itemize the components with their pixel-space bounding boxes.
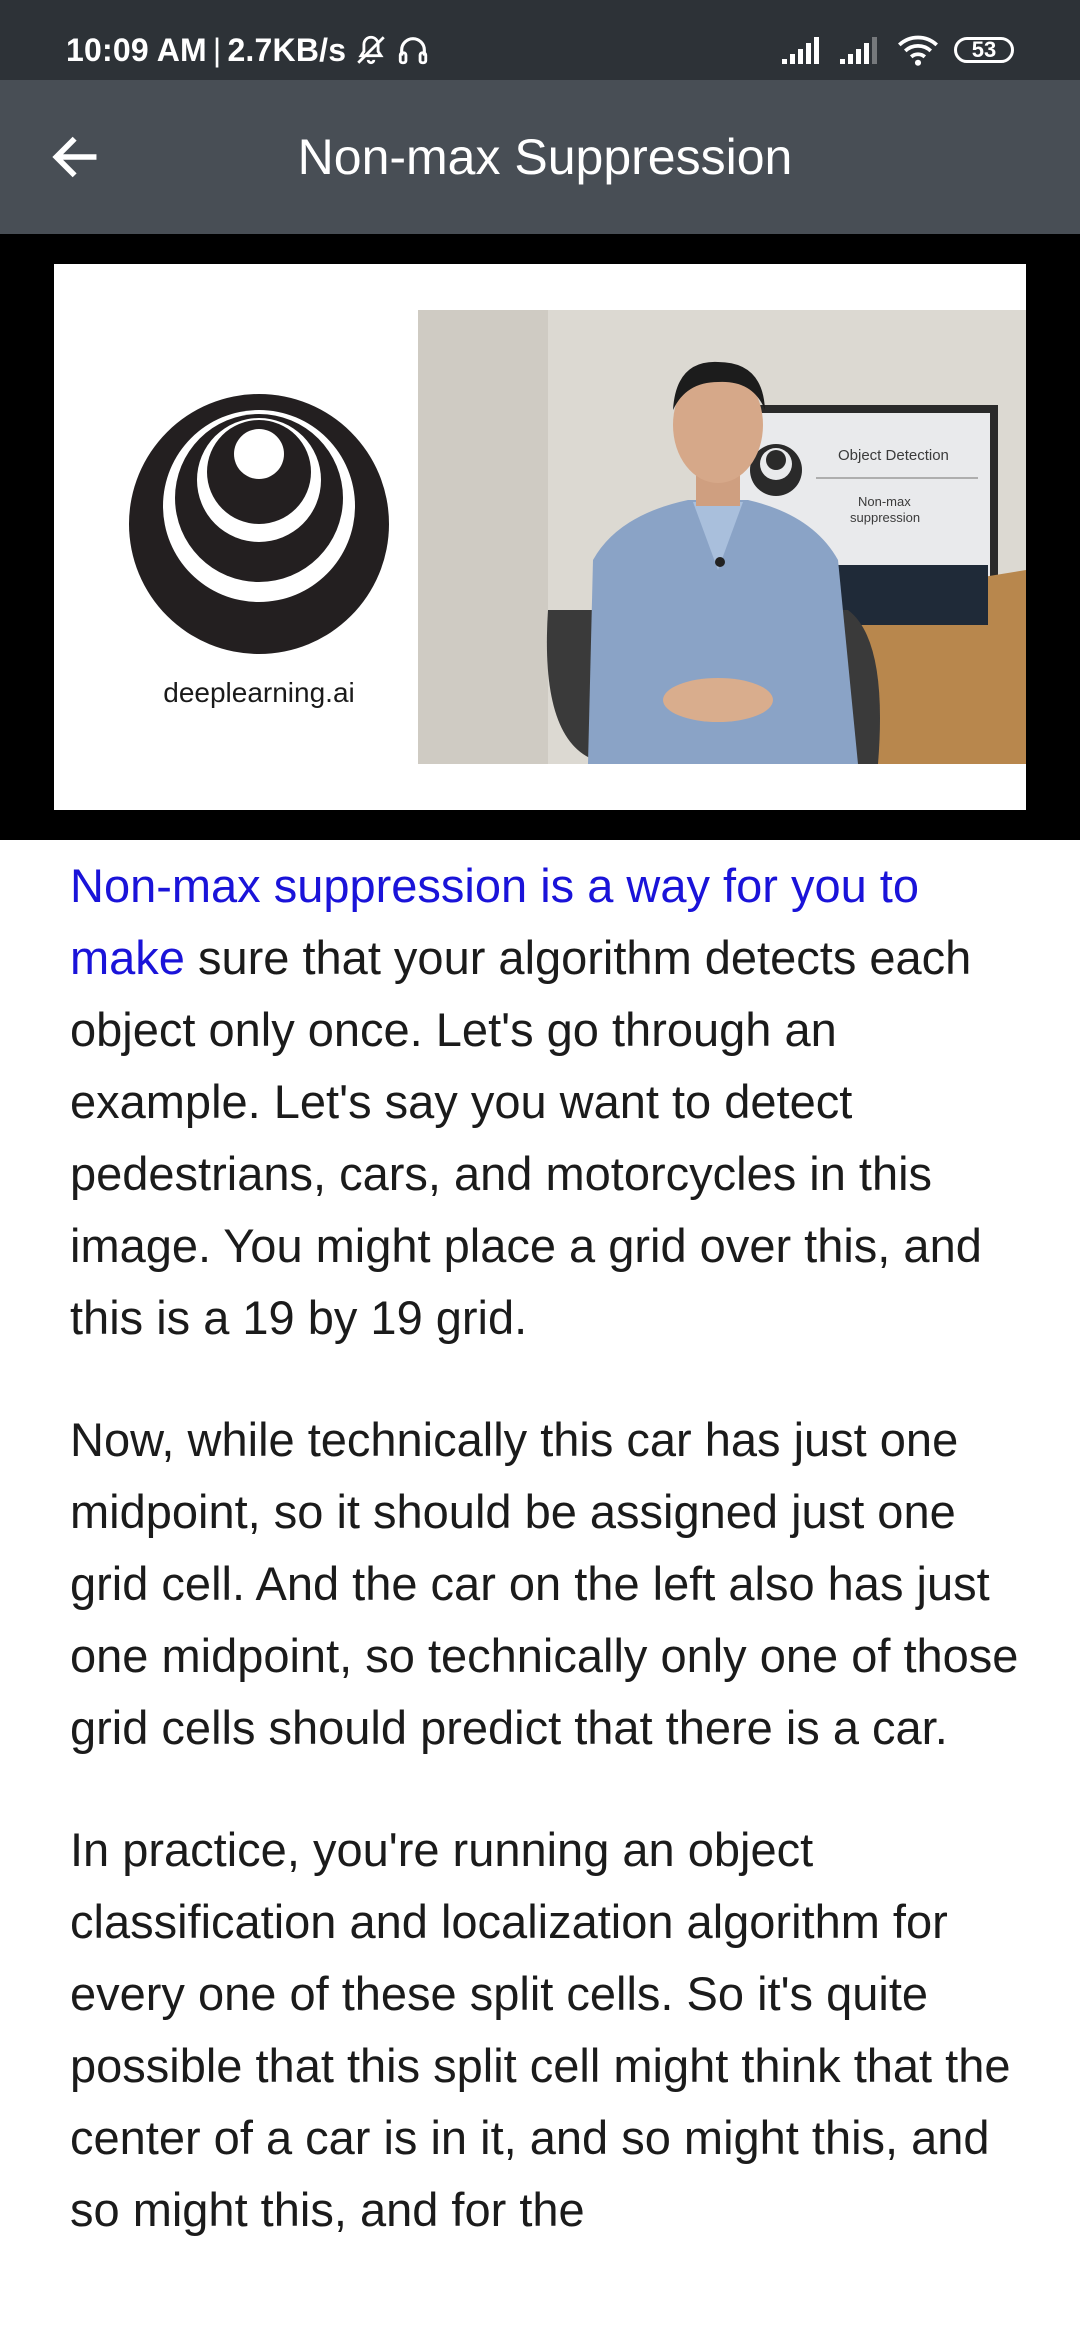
app-toolbar: Non-max Suppression xyxy=(0,80,1080,234)
headphones-icon xyxy=(399,37,428,65)
transcript-paragraph-1-text[interactable]: sure that your algorithm detects each ob… xyxy=(70,931,982,1344)
wifi-icon xyxy=(898,35,938,66)
presenter-video: Object Detection Non-max suppression xyxy=(418,310,1026,764)
video-frame: deeplearning.ai Object Detection Non-max… xyxy=(54,264,1026,810)
transcript-paragraph-1: Non-max suppression is a way for you to … xyxy=(70,850,1030,1354)
signal-icon-2 xyxy=(840,37,877,64)
deeplearning-logo: deeplearning.ai xyxy=(124,394,394,709)
status-time: 10:09 AM xyxy=(66,31,207,68)
monitor-title: Object Detection xyxy=(838,447,949,464)
presenter-scene: Object Detection Non-max suppression xyxy=(418,310,1026,764)
battery-icon: 53 xyxy=(954,37,1014,63)
signal-icon xyxy=(782,37,819,64)
video-player[interactable]: deeplearning.ai Object Detection Non-max… xyxy=(0,234,1080,840)
status-separator: | xyxy=(212,31,222,68)
network-speed: 2.7KB/s xyxy=(227,31,347,68)
mute-icon xyxy=(357,35,385,65)
logo-caption: deeplearning.ai xyxy=(163,677,355,708)
transcript: Non-max suppression is a way for you to … xyxy=(70,850,1030,2296)
page-title: Non-max Suppression xyxy=(297,129,793,185)
monitor-subtitle-1: Non-max xyxy=(858,494,911,509)
transcript-paragraph-3[interactable]: In practice, you're running an object cl… xyxy=(70,1814,1030,2246)
deeplearning-logo-icon xyxy=(129,394,389,654)
battery-level: 53 xyxy=(971,37,997,62)
status-bar: 10:09 AM | 2.7KB/s 53 xyxy=(0,0,1080,80)
transcript-paragraph-2[interactable]: Now, while technically this car has just… xyxy=(70,1404,1030,1764)
monitor-subtitle-2: suppression xyxy=(850,510,920,525)
